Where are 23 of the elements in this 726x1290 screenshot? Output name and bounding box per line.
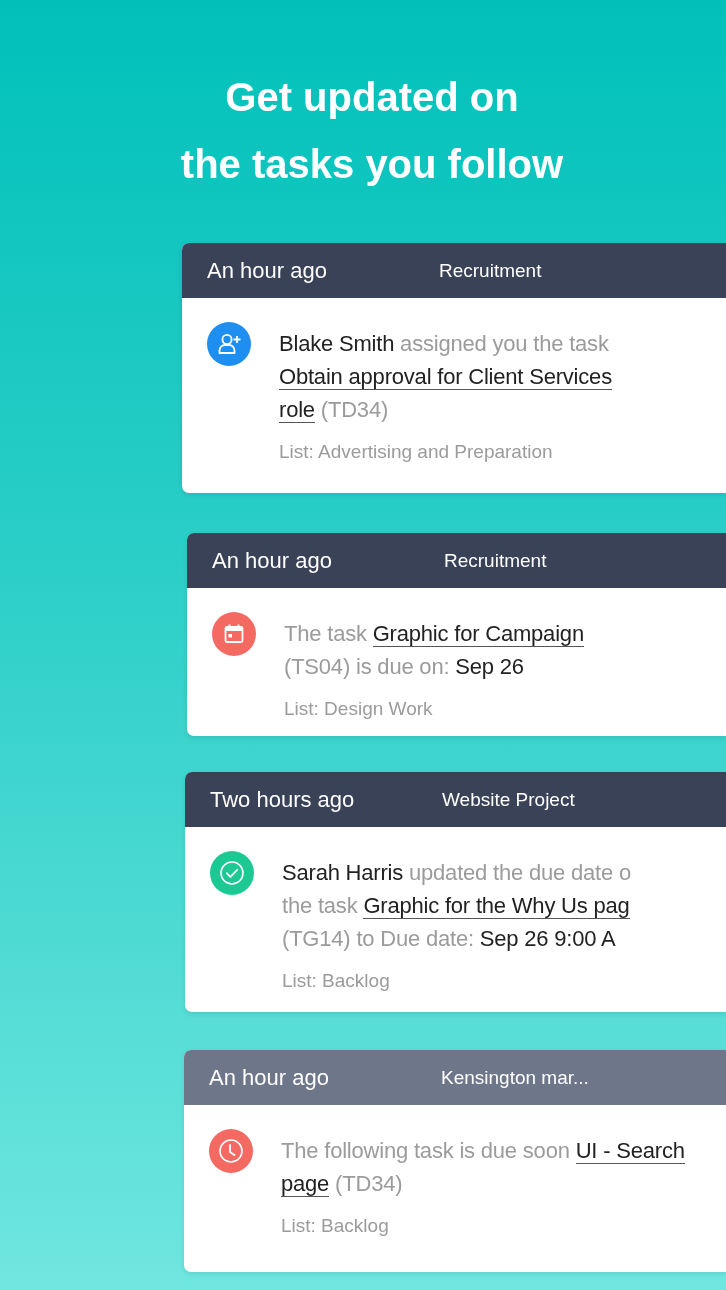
project-label: Recruitment (444, 549, 548, 572)
task-link[interactable]: Graphic for Campaign (372, 621, 584, 647)
task-link[interactable]: role (279, 397, 315, 423)
project-label: Kensington mar... (441, 1066, 590, 1089)
notification-message: Sarah Harris updated the due date o the task Graphic for the Why Us pag (TG14) to Due date: Sep 26 9:00 A (282, 859, 631, 953)
time-label: An hour ago (212, 547, 333, 574)
task-link[interactable]: UI - Search (575, 1138, 685, 1164)
time-label: An hour ago (207, 257, 328, 284)
notification-message: The task Graphic for Campaign (TS04) is due on: Sep 26 (284, 620, 584, 681)
notification-message: The following task is due soon UI - Search page (TD34) (281, 1137, 685, 1199)
list-label: List: Backlog (281, 1214, 389, 1238)
list-label: List: Design Work (284, 697, 433, 721)
headline: Get updated on the tasks you follow (180, 74, 564, 188)
time-label: An hour ago (209, 1064, 330, 1091)
notification-message: Blake Smith assigned you the task Obtain approval for Client Services role (TD34) (279, 330, 612, 425)
time-label: Two hours ago (210, 786, 356, 813)
task-link[interactable]: Obtain approval for Client Services (279, 364, 612, 390)
task-link[interactable]: Graphic for the Why Us pag (363, 893, 630, 919)
project-label: Website Project (442, 788, 576, 811)
list-label: List: Advertising and Preparation (279, 440, 553, 464)
task-link[interactable]: page (281, 1171, 330, 1197)
project-label: Recruitment (439, 259, 543, 282)
list-label: List: Backlog (282, 969, 390, 993)
